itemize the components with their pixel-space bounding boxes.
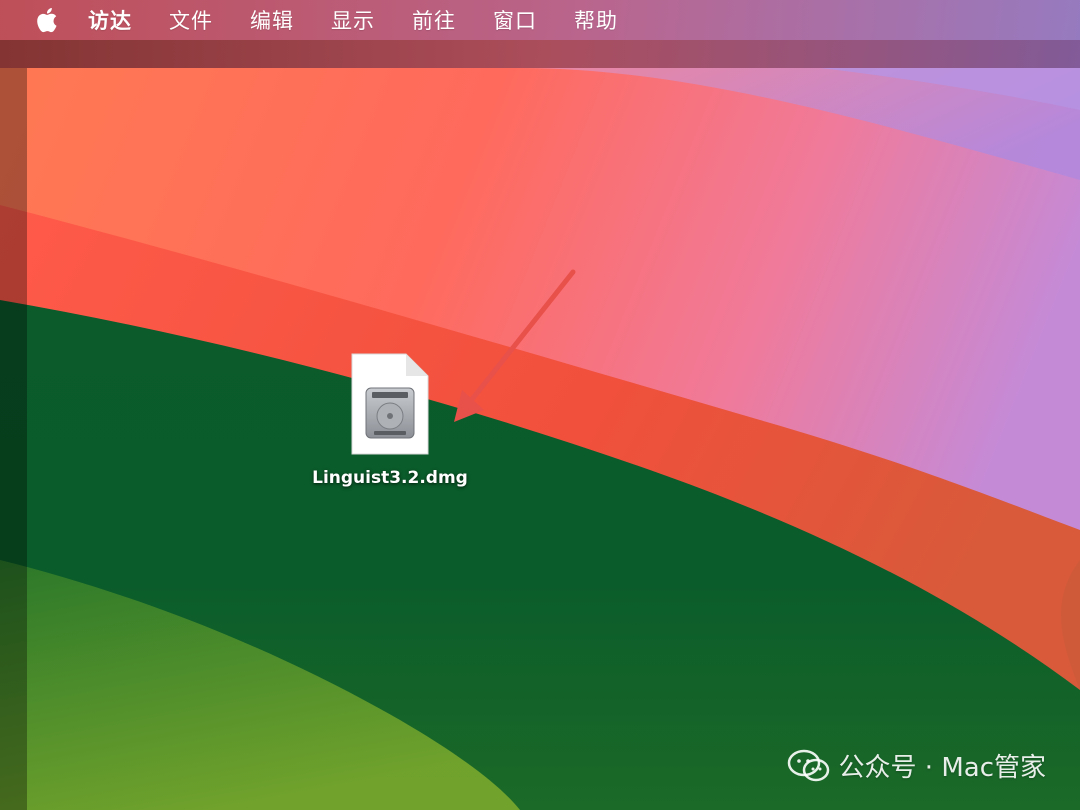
file-name-label: Linguist3.2.dmg <box>312 468 468 488</box>
disk-image-file-icon <box>351 353 429 455</box>
menu-finder[interactable]: 访达 <box>88 5 132 35</box>
menu-help[interactable]: 帮助 <box>574 5 618 35</box>
wechat-icon <box>787 749 829 781</box>
menu-window[interactable]: 窗口 <box>493 5 537 35</box>
watermark: 公众号 · Mac管家 <box>787 747 1046 784</box>
menu-go[interactable]: 前往 <box>412 5 456 35</box>
menu-edit[interactable]: 编辑 <box>250 5 294 35</box>
desktop-screen: 访达 文件 编辑 显示 前往 窗口 帮助 Linguist3.2.dmg 公众号… <box>0 0 1080 810</box>
apple-logo-icon[interactable] <box>32 6 60 34</box>
left-edge-shade <box>0 68 27 810</box>
menu-file[interactable]: 文件 <box>169 5 213 35</box>
menu-view[interactable]: 显示 <box>331 5 375 35</box>
watermark-text: 公众号 · Mac管家 <box>838 753 1046 783</box>
desktop-file-dmg[interactable]: Linguist3.2.dmg <box>300 352 480 502</box>
menubar-shadow-strip <box>0 40 1080 68</box>
menu-bar: 访达 文件 编辑 显示 前往 窗口 帮助 <box>0 0 1080 40</box>
